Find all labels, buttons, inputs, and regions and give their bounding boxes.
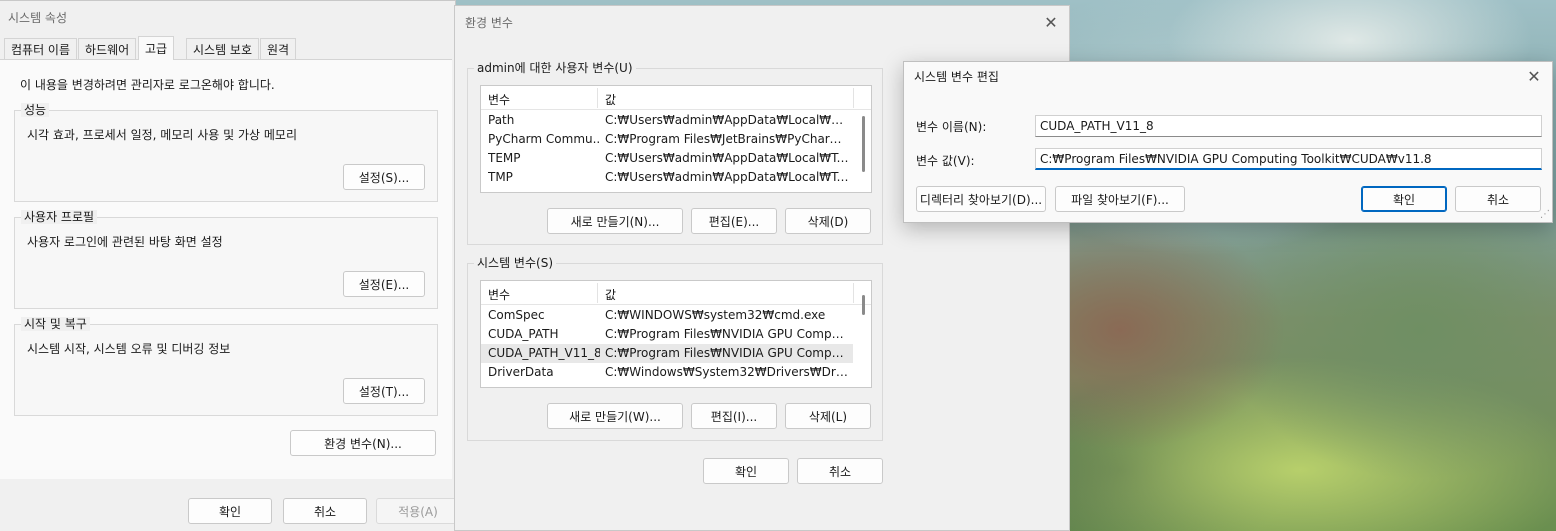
list-item-selected[interactable]: CUDA_PATH_V11_8 C:₩Program Files₩NVIDIA G…: [481, 344, 853, 363]
performance-settings-button[interactable]: 설정(S)...: [343, 164, 425, 190]
user-variables-list[interactable]: 변수 값 Path C:₩Users₩admin₩AppData₩Local₩Mi…: [480, 85, 872, 193]
user-profiles-desc: 사용자 로그인에 관련된 바탕 화면 설정: [27, 235, 223, 249]
tab-advanced[interactable]: 고급: [138, 36, 175, 60]
list-item[interactable]: PyCharm Commu... C:₩Program Files₩JetBrai…: [481, 130, 853, 149]
window-title: 시스템 변수 편집: [914, 69, 999, 84]
startup-recovery-title: 시작 및 복구: [21, 317, 90, 331]
system-variables-title: 시스템 변수(S): [474, 256, 556, 270]
browse-directory-button[interactable]: 디렉터리 찾아보기(D)...: [916, 186, 1046, 212]
ok-button[interactable]: 확인: [703, 458, 789, 484]
list-header: 변수 값: [481, 86, 871, 110]
vertical-scrollbar[interactable]: [862, 295, 865, 315]
variable-name-input[interactable]: CUDA_PATH_V11_8: [1035, 115, 1542, 137]
column-header-value[interactable]: 값: [605, 286, 616, 303]
tab-computer-name[interactable]: 컴퓨터 이름: [4, 38, 78, 60]
list-item[interactable]: TMP C:₩Users₩admin₩AppData₩Local₩Temp: [481, 168, 853, 187]
system-delete-button[interactable]: 삭제(L): [785, 403, 871, 429]
user-profiles-settings-button[interactable]: 설정(E)...: [343, 271, 425, 297]
user-edit-button[interactable]: 편집(E)...: [691, 208, 777, 234]
user-profiles-title: 사용자 프로필: [21, 210, 98, 224]
edit-system-variable-dialog: 시스템 변수 편집 ✕ 변수 이름(N): CUDA_PATH_V11_8 변수…: [903, 61, 1553, 223]
environment-variables-button[interactable]: 환경 변수(N)...: [290, 430, 436, 456]
ok-button[interactable]: 확인: [1361, 186, 1447, 212]
cancel-button[interactable]: 취소: [797, 458, 883, 484]
close-icon[interactable]: ✕: [1524, 66, 1544, 86]
list-item[interactable]: DriverData C:₩Windows₩System32₩Drivers₩Dr…: [481, 363, 853, 382]
column-header-value[interactable]: 값: [605, 91, 616, 108]
system-properties-footer: 확인 취소 적용(A): [0, 481, 460, 531]
variable-value-input[interactable]: C:₩Program Files₩NVIDIA GPU Computing To…: [1035, 148, 1542, 170]
admin-notice: 이 내용을 변경하려면 관리자로 로그온해야 합니다.: [20, 78, 275, 92]
system-properties-window: 시스템 속성 컴퓨터 이름 하드웨어 고급 시스템 보호 원격 이 내용을 변경…: [0, 0, 460, 531]
close-icon[interactable]: ✕: [1041, 12, 1061, 32]
edit-dialog-titlebar[interactable]: 시스템 변수 편집: [904, 62, 1552, 90]
vertical-scrollbar[interactable]: [862, 116, 865, 172]
system-new-button[interactable]: 새로 만들기(W)...: [547, 403, 683, 429]
user-new-button[interactable]: 새로 만들기(N)...: [547, 208, 683, 234]
performance-group: 성능 시각 효과, 프로세서 일정, 메모리 사용 및 가상 메모리 설정(S)…: [14, 103, 438, 202]
window-title: 환경 변수: [465, 15, 513, 30]
column-header-name[interactable]: 변수: [488, 91, 510, 108]
apply-button[interactable]: 적용(A): [376, 498, 460, 524]
user-variables-title: admin에 대한 사용자 변수(U): [474, 61, 636, 75]
user-profiles-group: 사용자 프로필 사용자 로그인에 관련된 바탕 화면 설정 설정(E)...: [14, 210, 438, 309]
system-edit-button[interactable]: 편집(I)...: [691, 403, 777, 429]
advanced-tab-panel: 이 내용을 변경하려면 관리자로 로그온해야 합니다. 성능 시각 효과, 프로…: [0, 59, 452, 479]
user-variables-group: admin에 대한 사용자 변수(U) 변수 값 Path C:₩Users₩ad…: [467, 61, 883, 245]
environment-variables-titlebar[interactable]: 환경 변수: [455, 6, 1069, 38]
startup-recovery-desc: 시스템 시작, 시스템 오류 및 디버깅 정보: [27, 342, 231, 356]
tab-remote[interactable]: 원격: [260, 38, 297, 60]
cancel-button[interactable]: 취소: [283, 498, 367, 524]
list-item[interactable]: ComSpec C:₩WINDOWS₩system32₩cmd.exe: [481, 306, 853, 325]
system-variables-group: 시스템 변수(S) 변수 값 ComSpec C:₩WINDOWS₩system3…: [467, 256, 883, 441]
list-item[interactable]: TEMP C:₩Users₩admin₩AppData₩Local₩Temp: [481, 149, 853, 168]
variable-name-label: 변수 이름(N):: [916, 120, 987, 134]
tab-system-protection[interactable]: 시스템 보호: [186, 38, 260, 60]
startup-recovery-group: 시작 및 복구 시스템 시작, 시스템 오류 및 디버깅 정보 설정(T)...: [14, 317, 438, 416]
cancel-button[interactable]: 취소: [1455, 186, 1541, 212]
tab-hardware[interactable]: 하드웨어: [78, 38, 137, 60]
browse-file-button[interactable]: 파일 찾아보기(F)...: [1055, 186, 1185, 212]
tab-bar: 컴퓨터 이름 하드웨어 고급 시스템 보호 원격: [0, 36, 456, 60]
performance-title: 성능: [21, 103, 50, 117]
system-variables-list[interactable]: 변수 값 ComSpec C:₩WINDOWS₩system32₩cmd.exe …: [480, 280, 872, 388]
user-delete-button[interactable]: 삭제(D): [785, 208, 871, 234]
system-properties-titlebar[interactable]: 시스템 속성: [0, 1, 455, 33]
variable-value-label: 변수 값(V):: [916, 154, 975, 168]
ok-button[interactable]: 확인: [188, 498, 272, 524]
column-header-name[interactable]: 변수: [488, 286, 510, 303]
window-title: 시스템 속성: [8, 10, 68, 25]
performance-desc: 시각 효과, 프로세서 일정, 메모리 사용 및 가상 메모리: [27, 128, 297, 142]
list-header: 변수 값: [481, 281, 871, 305]
list-item[interactable]: CUDA_PATH C:₩Program Files₩NVIDIA GPU Com…: [481, 325, 853, 344]
startup-recovery-settings-button[interactable]: 설정(T)...: [343, 378, 425, 404]
resize-grip-icon[interactable]: ⋰: [1540, 209, 1550, 220]
list-item[interactable]: PathC:₩Users₩admin₩AppData₩Local₩Micros.…: [481, 111, 853, 130]
